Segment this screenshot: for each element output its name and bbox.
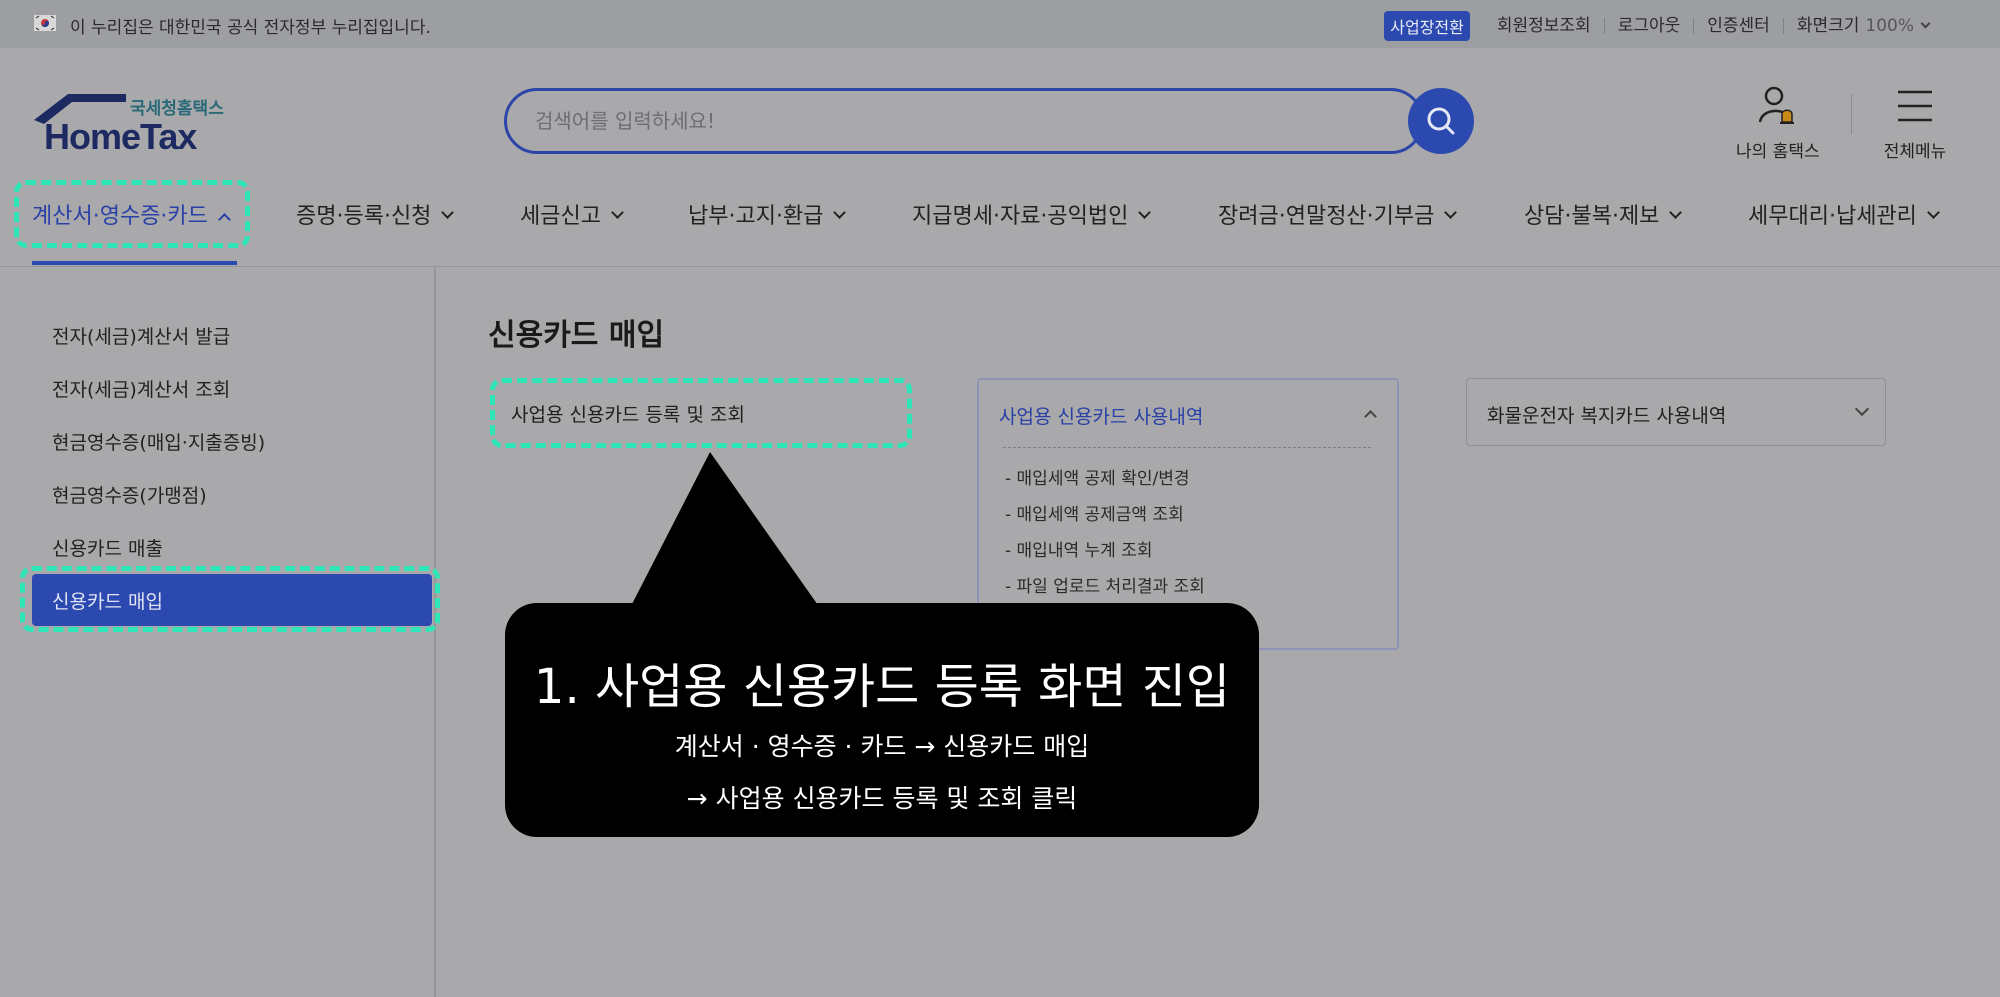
sidebar-item-credit-card-sales[interactable]: 신용카드 매출 — [52, 534, 163, 561]
sub-item-upload-result[interactable]: 파일 업로드 처리결과 조회 — [1005, 572, 1205, 597]
sub-item-purchase-total[interactable]: 매입내역 누계 조회 — [1005, 536, 1153, 561]
korea-flag-icon — [34, 15, 56, 31]
callout-line-2: → 사업용 신용카드 등록 및 조회 클릭 — [686, 784, 1078, 813]
all-menu-label: 전체메뉴 — [1883, 142, 1947, 162]
search-box — [504, 88, 1424, 154]
gnb-label: 세금신고 — [520, 204, 601, 229]
all-menu-button[interactable]: 전체메뉴 — [1880, 84, 1950, 162]
gnb-label: 장려금·연말정산·기부금 — [1218, 204, 1435, 229]
hamburger-menu-icon — [1898, 90, 1932, 122]
highlight-sidebar-purchase — [20, 566, 440, 632]
cert-center-link[interactable]: 인증센터 — [1693, 18, 1783, 35]
highlight-card-register — [490, 378, 912, 448]
callout-pointer — [630, 452, 820, 608]
gnb-label: 상담·불복·제보 — [1524, 204, 1660, 229]
chevron-down-icon — [1920, 18, 1931, 29]
gnb-item-certificate-registration[interactable]: 증명·등록·신청 — [296, 198, 455, 230]
sidebar-item-cash-receipt-purchase[interactable]: 현금영수증(매입·지출증빙) — [52, 428, 265, 455]
gnb-active-underline — [32, 261, 237, 265]
tutorial-callout: 1. 사업용 신용카드 등록 화면 진입 계산서 · 영수증 · 카드 → 신용… — [505, 603, 1259, 837]
chevron-down-icon — [1854, 401, 1870, 417]
gnb-item-incentive-settlement[interactable]: 장려금·연말정산·기부금 — [1218, 198, 1458, 230]
gnb-label: 납부·고지·환급 — [688, 204, 824, 229]
card-usage-divider — [1003, 447, 1371, 448]
user-bell-icon — [1758, 86, 1794, 124]
chevron-down-icon — [611, 206, 624, 219]
logout-link[interactable]: 로그아웃 — [1603, 18, 1694, 35]
card-freight-label: 화물운전자 복지카드 사용내역 — [1487, 405, 1727, 427]
sub-item-deduction-amount[interactable]: 매입세액 공제금액 조회 — [1005, 500, 1184, 525]
biz-switch-button[interactable]: 사업장전환 — [1384, 11, 1470, 41]
highlight-gnb-invoice — [14, 180, 250, 248]
chevron-down-icon — [1927, 206, 1940, 219]
zoom-value: 100% — [1865, 16, 1914, 36]
member-info-link[interactable]: 회원정보조회 — [1484, 18, 1604, 35]
gnb-item-consult-appeal[interactable]: 상담·불복·제보 — [1524, 198, 1683, 230]
global-nav: 계산서·영수증·카드 증명·등록·신청 세금신고 납부·고지·환급 지급명세·자… — [0, 184, 2000, 264]
search-button[interactable] — [1408, 88, 1474, 154]
gov-notice-text: 이 누리집은 대한민국 공식 전자정부 누리집입니다. — [70, 18, 431, 38]
sidebar-item-e-invoice-issue[interactable]: 전자(세금)계산서 발급 — [52, 322, 230, 349]
chevron-down-icon — [441, 206, 455, 219]
gnb-label: 증명·등록·신청 — [296, 204, 432, 229]
gnb-item-tax-agent[interactable]: 세무대리·납세관리 — [1748, 198, 1940, 230]
page-title: 신용카드 매입 — [488, 318, 665, 353]
chevron-up-icon[interactable] — [1364, 410, 1377, 423]
gnb-label: 세무대리·납세관리 — [1748, 204, 1917, 229]
chevron-down-icon — [1138, 206, 1152, 219]
logo-text: HomeTax — [44, 116, 197, 157]
card-freight-driver-welfare-card[interactable]: 화물운전자 복지카드 사용내역 — [1466, 378, 1886, 446]
gnb-item-payment-statement[interactable]: 지급명세·자료·공익법인 — [912, 198, 1152, 230]
gnb-item-tax-filing[interactable]: 세금신고 — [520, 198, 624, 230]
top-utility-links: 사업장전환 회원정보조회 로그아웃 인증센터 화면크기 100% — [1384, 11, 1942, 41]
sidebar-divider — [434, 267, 436, 997]
sub-item-deduction-check[interactable]: 매입세액 공제 확인/변경 — [1005, 464, 1190, 489]
chevron-down-icon — [1444, 206, 1458, 219]
search-icon — [1427, 107, 1455, 135]
callout-line-1: 계산서 · 영수증 · 카드 → 신용카드 매입 — [674, 732, 1090, 761]
hometax-logo[interactable]: 국세청홈택스 HomeTax — [30, 90, 230, 160]
chevron-down-icon — [1669, 206, 1683, 219]
gov-notice-bar: 이 누리집은 대한민국 공식 전자정부 누리집입니다. 사업장전환 회원정보조회… — [0, 0, 2000, 48]
gnb-label: 지급명세·자료·공익법인 — [912, 204, 1129, 229]
callout-title: 1. 사업용 신용카드 등록 화면 진입 — [533, 659, 1231, 715]
sidebar-item-e-invoice-inquiry[interactable]: 전자(세금)계산서 조회 — [52, 375, 230, 402]
gnb-item-payment-refund[interactable]: 납부·고지·환급 — [688, 198, 847, 230]
header-divider — [1851, 94, 1852, 134]
my-hometax-label: 나의 홈택스 — [1736, 142, 1820, 162]
chevron-down-icon — [833, 206, 847, 219]
gnb-divider — [0, 266, 2000, 267]
screen-size-control[interactable]: 화면크기 100% — [1782, 16, 1942, 36]
my-hometax-button[interactable]: 나의 홈택스 — [1736, 84, 1820, 162]
sidebar-item-cash-receipt-merchant[interactable]: 현금영수증(가맹점) — [52, 481, 207, 508]
card-usage-label[interactable]: 사업용 신용카드 사용내역 — [999, 402, 1203, 429]
screen-size-label: 화면크기 — [1796, 16, 1860, 36]
search-input[interactable] — [535, 109, 1235, 133]
